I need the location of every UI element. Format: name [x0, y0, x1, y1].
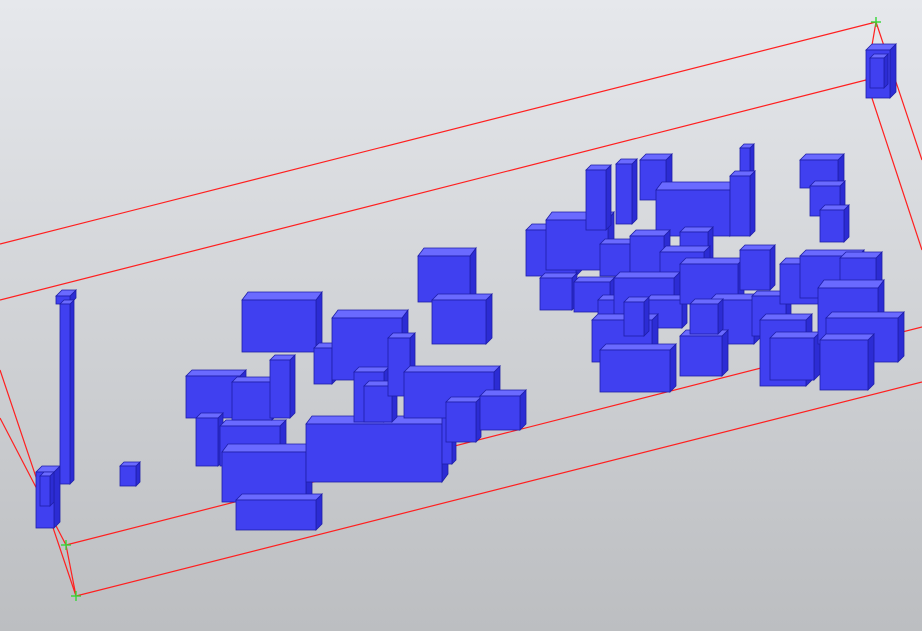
scene-canvas[interactable] [0, 0, 922, 631]
model-block-24[interactable] [479, 389, 527, 431]
model-block-49[interactable] [599, 343, 677, 393]
model-block-28[interactable] [585, 164, 612, 231]
model-block-51[interactable] [623, 296, 650, 337]
3d-viewport[interactable] [0, 0, 922, 631]
model-block-23[interactable] [445, 396, 482, 443]
model-block-61[interactable] [819, 333, 875, 391]
model-block-63[interactable] [869, 53, 889, 89]
model-block-29[interactable] [615, 158, 638, 225]
model-block-47[interactable] [739, 244, 776, 291]
model-block-11[interactable] [221, 442, 313, 504]
model-block-13[interactable] [305, 414, 449, 484]
model-block-34[interactable] [729, 170, 756, 237]
model-block-50[interactable] [679, 329, 729, 377]
model-block-5[interactable] [241, 290, 323, 354]
model-block-52[interactable] [689, 298, 724, 335]
model-block-10[interactable] [269, 354, 296, 419]
model-block-37[interactable] [819, 204, 850, 243]
model-block-22[interactable] [431, 293, 493, 345]
model-block-7[interactable] [195, 412, 224, 467]
model-block-27[interactable] [539, 272, 578, 311]
model-block-4[interactable] [119, 461, 141, 487]
model-block-1[interactable] [39, 471, 55, 507]
model-block-12[interactable] [235, 493, 323, 531]
model-block-3[interactable] [59, 299, 75, 485]
model-block-55[interactable] [769, 331, 821, 381]
